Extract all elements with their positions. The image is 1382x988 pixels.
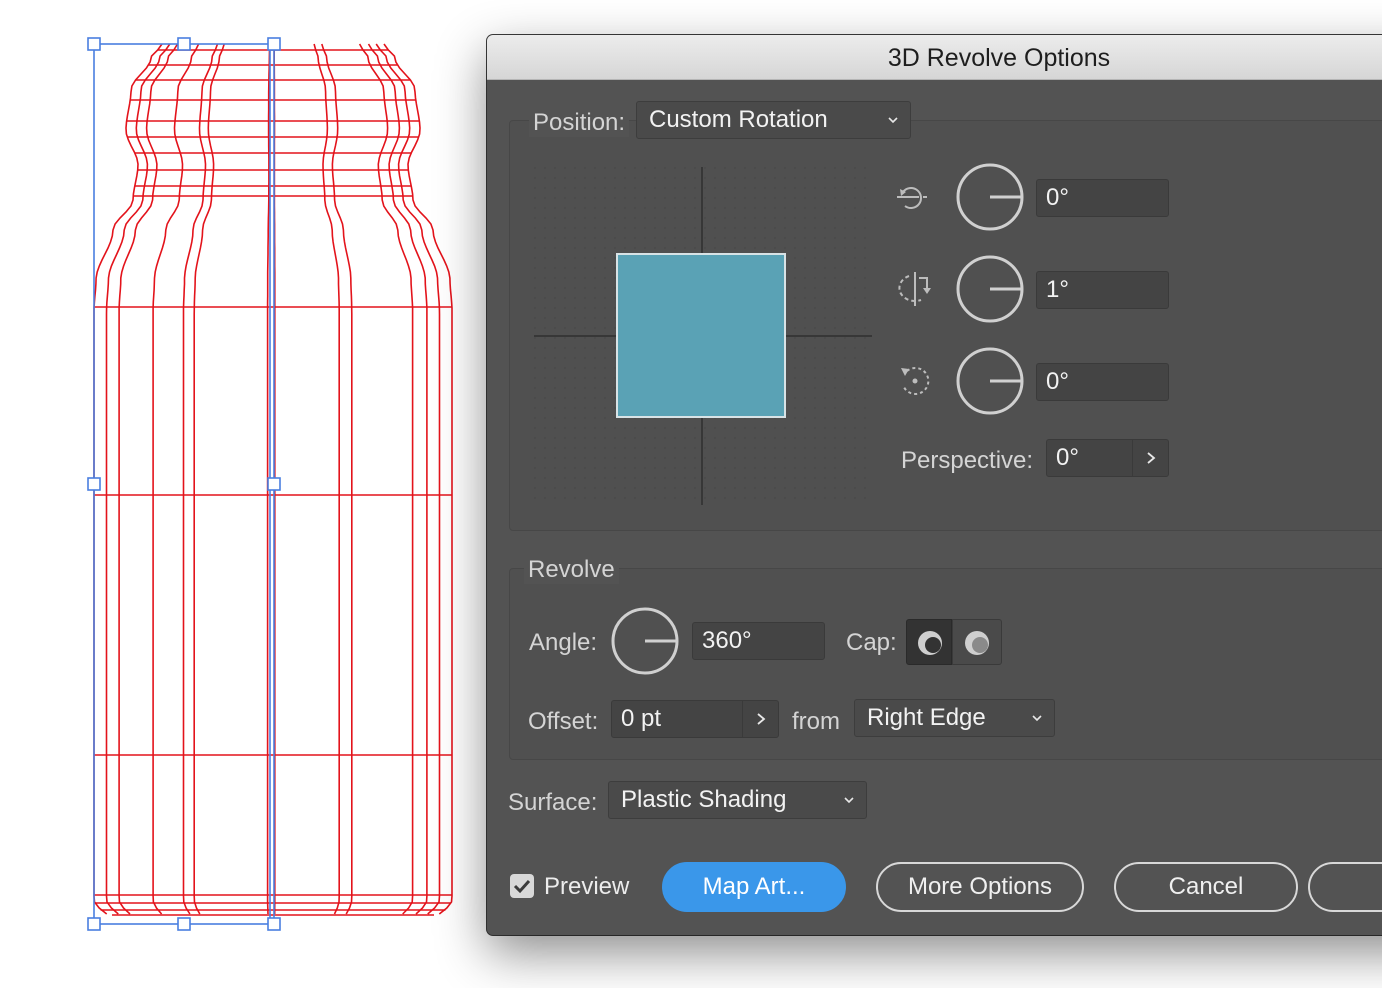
rotation-y-dial[interactable] [955, 254, 1025, 324]
checkmark-icon [513, 879, 531, 894]
rotate-z-icon [901, 366, 930, 395]
cap-off-button[interactable] [952, 619, 1002, 665]
preview-checkbox[interactable] [510, 874, 534, 898]
rotate-x-icon [897, 187, 931, 209]
revolve-angle-dial[interactable] [610, 606, 680, 676]
rotation-y-field[interactable]: 1° [1036, 271, 1169, 309]
revolve-heading: Revolve [524, 556, 619, 584]
selection-handle [87, 37, 101, 51]
more-options-button[interactable]: More Options [876, 862, 1084, 912]
rotation-z-dial[interactable] [955, 346, 1025, 416]
selection-handle [177, 37, 191, 51]
offset-label: Offset: [528, 708, 599, 735]
from-edge-select[interactable]: Right Edge [854, 699, 1055, 737]
title-bar[interactable]: 3D Revolve Options [487, 35, 1382, 80]
chevron-down-icon [1032, 715, 1042, 722]
dialog-title: 3D Revolve Options [887, 44, 1111, 72]
from-edge-value: Right Edge [867, 704, 986, 731]
chevron-right-icon [757, 713, 766, 725]
offset-value: 0 pt [621, 705, 662, 732]
ok-button[interactable] [1308, 862, 1382, 912]
preview-cube [616, 253, 786, 418]
bottle-wireframe[interactable] [0, 0, 480, 988]
chevron-down-icon [888, 117, 898, 124]
rotation-z-field[interactable]: 0° [1036, 363, 1169, 401]
perspective-label: Perspective: [901, 447, 1034, 474]
cap-label: Cap: [846, 629, 897, 656]
position-select[interactable]: Custom Rotation [636, 101, 911, 139]
artboard[interactable] [0, 0, 480, 988]
selection-handle [87, 477, 101, 491]
selection-handle [267, 477, 281, 491]
cancel-button[interactable]: Cancel [1114, 862, 1298, 912]
perspective-stepper[interactable] [1132, 439, 1169, 477]
offset-stepper[interactable] [742, 700, 779, 738]
surface-label: Surface: [508, 789, 598, 816]
selection-handle [267, 917, 281, 931]
chevron-right-icon [1147, 452, 1156, 464]
cap-on-icon [918, 631, 942, 655]
surface-value: Plastic Shading [621, 786, 787, 813]
from-label: from [792, 708, 840, 735]
offset-field[interactable]: 0 pt [611, 700, 779, 738]
rotate-y-icon [898, 272, 931, 306]
chevron-down-icon [844, 797, 854, 804]
selection-handle [177, 917, 191, 931]
cap-off-icon [965, 631, 989, 655]
track-cube-preview[interactable] [532, 165, 872, 505]
position-select-value: Custom Rotation [649, 106, 828, 133]
selection-handle [267, 37, 281, 51]
cap-on-button[interactable] [906, 619, 952, 665]
perspective-value: 0° [1056, 444, 1079, 471]
revolve-angle-field[interactable]: 360° [692, 622, 825, 660]
map-art-button[interactable]: Map Art... [662, 862, 846, 912]
surface-select[interactable]: Plastic Shading [608, 781, 867, 819]
rotation-x-dial[interactable] [955, 162, 1025, 232]
rotation-x-field[interactable]: 0° [1036, 179, 1169, 217]
selection-handle [87, 917, 101, 931]
position-label: Position: [529, 109, 630, 137]
angle-label: Angle: [529, 629, 598, 656]
preview-label[interactable]: Preview [544, 873, 629, 901]
perspective-field[interactable]: 0° [1046, 439, 1169, 477]
revolve-dialog: 3D Revolve Options Position: Custom Rota… [487, 35, 1382, 935]
